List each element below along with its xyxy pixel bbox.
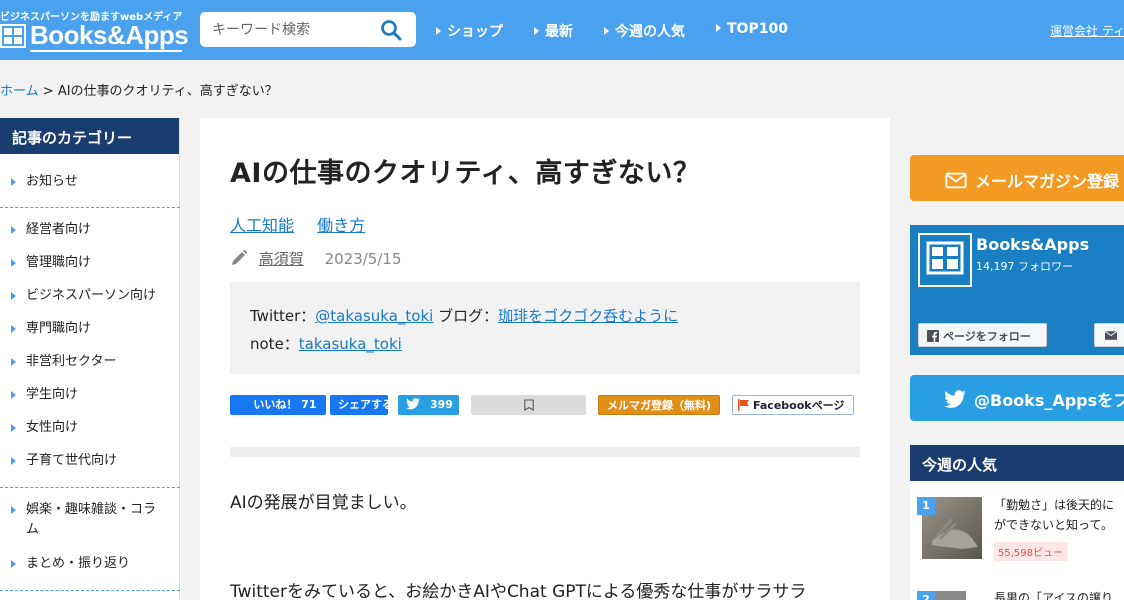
sidebar-item-business-people[interactable]: ビジネスパーソン向け [0, 286, 180, 306]
nav-top100[interactable]: TOP100 [716, 21, 788, 37]
hatena-bookmark-button[interactable] [471, 395, 586, 415]
sidebar-item-nonprofit[interactable]: 非営利セクター [0, 352, 180, 372]
caret-right-icon [534, 27, 539, 35]
facebook-page-button[interactable]: Facebookページ [732, 395, 854, 415]
caret-right-icon [11, 226, 16, 234]
article-paragraph: AIの発展が目覚ましい。 [230, 493, 417, 513]
publish-date: 2023/5/15 [324, 250, 402, 268]
caret-right-icon [11, 358, 16, 366]
view-count: 55,598ビュー [994, 542, 1067, 561]
popular-article-title: 「勤勉さ」は後天的に ができないと知って。 [994, 498, 1115, 532]
mailmag-signup-button[interactable]: メルマガ登録（無料) [598, 395, 720, 415]
article-categories: 人工知能 働き方 [230, 212, 383, 236]
sidebar-item-women[interactable]: 女性向け [0, 418, 180, 438]
popular-article-item[interactable]: 1 「勤勉さ」は後天的に ができないと知って。 55,598ビュー [910, 481, 1124, 575]
article: AIの仕事のクオリティ、高すぎない？ 人工知能 働き方 高須賀 2023/5/1… [200, 118, 890, 600]
sidebar-item-professionals[interactable]: 専門職向け [0, 319, 180, 339]
tweet-button[interactable]: 399 [398, 395, 459, 415]
article-meta: 高須賀 2023/5/15 [230, 248, 402, 269]
caret-right-icon [11, 391, 16, 399]
sidebar-divider [0, 487, 180, 488]
breadcrumb: ホーム > AIの仕事のクオリティ、高すぎない？ [0, 80, 278, 99]
caret-right-icon [11, 424, 16, 432]
facebook-like-button[interactable]: いいね！ 71 [230, 395, 326, 415]
article-paragraph: Twitterをみていると、お絵かきAIやChat GPTによる優秀な仕事がサラ… [230, 582, 807, 600]
sidebar-item-parents[interactable]: 子育て世代向け [0, 451, 180, 471]
caret-right-icon [11, 457, 16, 465]
article-title: AIの仕事のクオリティ、高すぎない？ [230, 158, 701, 189]
corp-link[interactable]: 運営会社 ティ [1050, 22, 1124, 39]
caret-right-icon [11, 259, 16, 267]
breadcrumb-separator: > [42, 84, 54, 99]
caret-right-icon [11, 506, 16, 514]
facebook-icon [927, 330, 939, 342]
pencil-icon [232, 249, 248, 265]
category-sidebar: 記事のカテゴリー お知らせ 経営者向け 管理職向け ビジネスパーソン向け 専門職… [0, 118, 180, 600]
site-logo[interactable]: ビジネスパーソンを励ますwebメディア Books&Apps [0, 6, 190, 54]
search-input[interactable] [212, 20, 372, 40]
facebook-page-avatar[interactable] [918, 233, 972, 287]
popular-article-title: 長男の「アイスの譲り [994, 591, 1114, 600]
logo-mark-icon [920, 235, 970, 285]
author-profile-box: Twitter：@takasuka_toki ブログ：珈琲をゴクゴク呑むように … [230, 282, 860, 374]
profile-line-1: Twitter：@takasuka_toki ブログ：珈琲をゴクゴク呑むように [250, 307, 679, 325]
note-link[interactable]: takasuka_toki [299, 335, 402, 353]
content-divider [230, 447, 860, 457]
sidebar-item-entertainment[interactable]: 娯楽・趣味雑談・コラム [0, 500, 180, 540]
sidebar-heading: 記事のカテゴリー [0, 118, 179, 154]
sidebar-divider [0, 207, 180, 208]
sidebar-divider [0, 590, 180, 591]
rank-badge: 2 [917, 591, 935, 600]
sidebar-item-executives[interactable]: 経営者向け [0, 220, 180, 240]
caret-right-icon [716, 24, 721, 32]
facebook-follow-button[interactable]: ページをフォロー [918, 323, 1047, 347]
search-box [200, 12, 416, 47]
category-link-ai[interactable]: 人工知能 [230, 216, 294, 235]
logo-mark-icon [0, 24, 26, 48]
twitter-bird-icon [944, 390, 966, 408]
twitter-follow-button[interactable]: @Books_Appsをフ [910, 375, 1124, 421]
weekly-popular-widget: 今週の人気 1 「勤勉さ」は後天的に ができないと知って。 55,598ビュー … [910, 445, 1124, 600]
caret-right-icon [11, 325, 16, 333]
twitter-bird-icon [406, 398, 420, 410]
mailmag-register-button[interactable]: メールマガジン登録 [910, 155, 1124, 201]
envelope-icon [1105, 331, 1117, 340]
sidebar-item-managers[interactable]: 管理職向け [0, 253, 180, 273]
site-name: Books&Apps [30, 20, 189, 50]
search-icon[interactable] [380, 19, 402, 41]
logo-underline [30, 50, 182, 52]
caret-right-icon [11, 178, 16, 186]
nav-latest[interactable]: 最新 [534, 21, 573, 41]
facebook-page-widget: Books&Apps 14,197 フォロワー ページをフォロー [910, 225, 1124, 355]
nav-weekly-popular[interactable]: 今週の人気 [604, 21, 685, 41]
caret-right-icon [604, 27, 609, 35]
envelope-icon [945, 172, 967, 189]
sidebar-item-summary[interactable]: まとめ・振り返り [0, 554, 180, 574]
facebook-share-button[interactable]: シェアする [330, 395, 388, 415]
breadcrumb-current: AIの仕事のクオリティ、高すぎない？ [57, 84, 278, 99]
profile-line-2: note：takasuka_toki [250, 335, 402, 353]
caret-right-icon [11, 560, 16, 568]
sidebar-item-students[interactable]: 学生向け [0, 385, 180, 405]
breadcrumb-home[interactable]: ホーム [0, 84, 39, 99]
popular-article-item[interactable]: 2 長男の「アイスの譲り [910, 589, 1124, 600]
facebook-followers: 14,197 フォロワー [976, 260, 1073, 273]
rank-badge: 1 [917, 497, 935, 515]
twitter-handle-link[interactable]: @takasuka_toki [315, 307, 433, 325]
nav-shop[interactable]: ショップ [436, 21, 503, 41]
share-buttons: いいね！ 71 シェアする 399 メルマガ登録（無料) Facebookページ [230, 395, 870, 415]
facebook-page-name[interactable]: Books&Apps [976, 235, 1089, 254]
category-link-work[interactable]: 働き方 [317, 216, 365, 235]
flag-icon [738, 399, 749, 411]
author-link[interactable]: 高須賀 [259, 250, 304, 268]
site-header: ビジネスパーソンを励ますwebメディア Books&Apps ショップ 最新 今… [0, 0, 1124, 60]
sidebar-item-news[interactable]: お知らせ [0, 172, 180, 192]
weekly-popular-heading: 今週の人気 [910, 445, 1124, 481]
caret-right-icon [436, 27, 441, 35]
bookmark-icon [523, 399, 534, 411]
blog-link[interactable]: 珈琲をゴクゴク呑むように [498, 307, 678, 325]
caret-right-icon [11, 292, 16, 300]
facebook-message-button[interactable] [1094, 323, 1124, 347]
